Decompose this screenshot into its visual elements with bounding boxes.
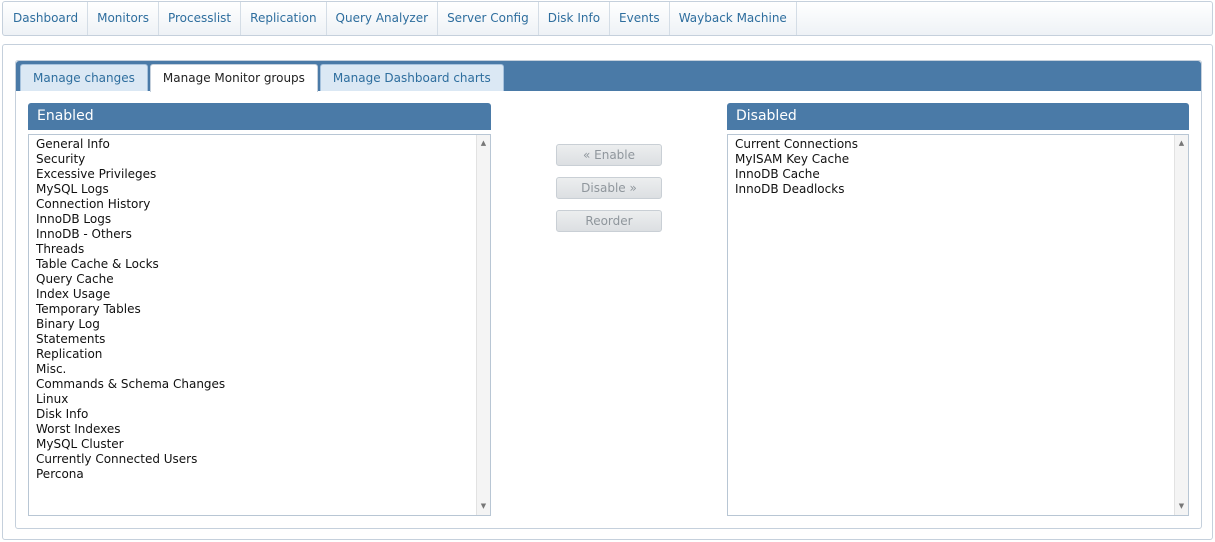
list-item[interactable]: Replication <box>36 347 490 362</box>
nav-dashboard[interactable]: Dashboard <box>4 2 89 35</box>
list-item[interactable]: InnoDB Cache <box>735 167 1188 182</box>
list-item[interactable]: Worst Indexes <box>36 422 490 437</box>
nav-replication[interactable]: Replication <box>241 2 327 35</box>
disabled-list: Current Connections MyISAM Key Cache InnoD… <box>728 135 1188 197</box>
enabled-scrollbar[interactable]: ▲ ▼ <box>476 135 490 515</box>
list-item[interactable]: General Info <box>36 137 490 152</box>
list-item[interactable]: InnoDB - Others <box>36 227 490 242</box>
list-item[interactable]: Currently Connected Users <box>36 452 490 467</box>
down-arrow-icon[interactable]: ▼ <box>1175 500 1188 513</box>
nav-monitors[interactable]: Monitors <box>88 2 159 35</box>
list-item[interactable]: Threads <box>36 242 490 257</box>
nav-server-config[interactable]: Server Config <box>438 2 539 35</box>
nav-query-analyzer[interactable]: Query Analyzer <box>327 2 439 35</box>
enable-button[interactable]: « Enable <box>556 144 662 166</box>
top-navigation: Dashboard Monitors Processlist Replicati… <box>2 1 1213 36</box>
list-item[interactable]: Percona <box>36 467 490 482</box>
enabled-list: General Info Security Excessive Privileges… <box>29 135 490 482</box>
tab-manage-monitor-groups[interactable]: Manage Monitor groups <box>149 64 318 92</box>
enabled-column: Enabled General Info Security Excessive Pr… <box>28 103 491 516</box>
list-item[interactable]: Commands & Schema Changes <box>36 377 490 392</box>
list-item[interactable]: Statements <box>36 332 490 347</box>
disable-button[interactable]: Disable » <box>556 177 662 199</box>
list-item[interactable]: Linux <box>36 392 490 407</box>
nav-events[interactable]: Events <box>610 2 670 35</box>
nav-wayback-machine[interactable]: Wayback Machine <box>670 2 797 35</box>
nav-disk-info[interactable]: Disk Info <box>539 2 611 35</box>
list-item[interactable]: Connection History <box>36 197 490 212</box>
tab-manage-changes[interactable]: Manage changes <box>20 64 148 91</box>
list-item[interactable]: Current Connections <box>735 137 1188 152</box>
list-item[interactable]: Disk Info <box>36 407 490 422</box>
list-item[interactable]: Security <box>36 152 490 167</box>
up-arrow-icon[interactable]: ▲ <box>477 137 490 150</box>
list-item[interactable]: MyISAM Key Cache <box>735 152 1188 167</box>
up-arrow-icon[interactable]: ▲ <box>1175 137 1188 150</box>
list-item[interactable]: InnoDB Logs <box>36 212 490 227</box>
main-container: Manage changes Manage Monitor groups Man… <box>2 44 1213 540</box>
list-item[interactable]: InnoDB Deadlocks <box>735 182 1188 197</box>
reorder-button[interactable]: Reorder <box>556 210 662 232</box>
list-item[interactable]: Excessive Privileges <box>36 167 490 182</box>
list-item[interactable]: Misc. <box>36 362 490 377</box>
list-item[interactable]: Index Usage <box>36 287 490 302</box>
tab-manage-dashboard-charts[interactable]: Manage Dashboard charts <box>319 64 504 91</box>
list-item[interactable]: Query Cache <box>36 272 490 287</box>
list-item[interactable]: Table Cache & Locks <box>36 257 490 272</box>
list-item[interactable]: MySQL Logs <box>36 182 490 197</box>
disabled-column: Disabled Current Connections MyISAM Key C… <box>727 103 1189 516</box>
tab-panel: Manage changes Manage Monitor groups Man… <box>15 60 1202 529</box>
enabled-header: Enabled <box>28 103 491 130</box>
enabled-listbox[interactable]: General Info Security Excessive Privileges… <box>28 134 491 516</box>
tab-bar: Manage changes Manage Monitor groups Man… <box>16 61 1201 92</box>
down-arrow-icon[interactable]: ▼ <box>477 500 490 513</box>
disabled-listbox[interactable]: Current Connections MyISAM Key Cache InnoD… <box>727 134 1189 516</box>
list-item[interactable]: Temporary Tables <box>36 302 490 317</box>
nav-processlist[interactable]: Processlist <box>159 2 242 35</box>
list-item[interactable]: MySQL Cluster <box>36 437 490 452</box>
list-item[interactable]: Binary Log <box>36 317 490 332</box>
disabled-header: Disabled <box>727 103 1189 130</box>
disabled-scrollbar[interactable]: ▲ ▼ <box>1174 135 1188 515</box>
